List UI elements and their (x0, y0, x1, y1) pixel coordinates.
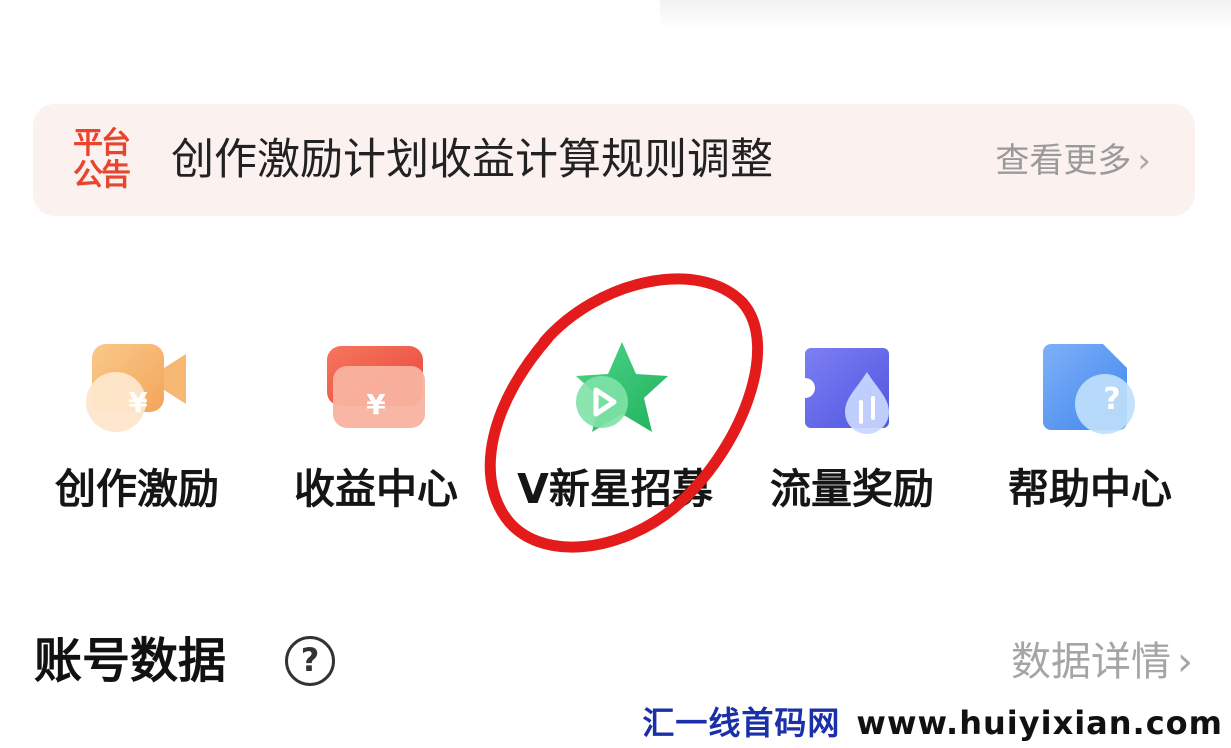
top-fade (660, 0, 1231, 30)
shortcut-earnings-center[interactable]: ¥ 收益中心 (276, 338, 476, 518)
shortcut-label: 帮助中心 (1008, 465, 1172, 513)
yuan-badge: ¥ (366, 388, 386, 421)
notice-tag: 平台 公告 (73, 128, 145, 192)
watermark-url: www.huiyixian.com (856, 704, 1223, 742)
shortcut-label: 创作激励 (55, 465, 219, 513)
question-circle-icon[interactable]: ? (285, 636, 335, 686)
shortcut-v-newstar-recruit[interactable]: V新星招募 (515, 338, 715, 518)
yuan-badge: ¥ (128, 386, 148, 419)
platform-notice-banner[interactable]: 平台 公告 创作激励计划收益计算规则调整 查看更多 › (33, 104, 1195, 216)
shortcut-traffic-reward[interactable]: 流量奖励 (752, 338, 952, 518)
star-play-icon (576, 342, 668, 432)
chevron-right-icon: › (1137, 141, 1151, 181)
data-details-label: 数据详情 (1011, 639, 1171, 685)
data-details-link[interactable]: 数据详情 › (1011, 636, 1193, 688)
watermark: 汇一线首码网 www.huiyixian.com (642, 698, 1223, 744)
shortcut-label: 流量奖励 (770, 465, 934, 513)
notice-tag-line1: 平台 (73, 126, 131, 161)
account-data-title: 账号数据 (34, 633, 227, 689)
notice-tag-line2: 公告 (73, 158, 131, 193)
watermark-site-name: 汇一线首码网 (642, 704, 841, 742)
shortcut-label: V新星招募 (517, 465, 713, 513)
shortcut-label: 收益中心 (294, 465, 458, 513)
shortcut-creator-incentive[interactable]: ¥ 创作激励 (37, 338, 237, 518)
question-badge: ? (1103, 382, 1121, 417)
view-more-link[interactable]: 查看更多 › (995, 140, 1151, 182)
notice-title[interactable]: 创作激励计划收益计算规则调整 (171, 134, 773, 186)
shortcut-help-center[interactable]: ? 帮助中心 (990, 338, 1190, 518)
ticket-drop-icon (805, 348, 889, 434)
chevron-right-icon: › (1177, 639, 1193, 685)
view-more-label: 查看更多 (995, 141, 1132, 181)
